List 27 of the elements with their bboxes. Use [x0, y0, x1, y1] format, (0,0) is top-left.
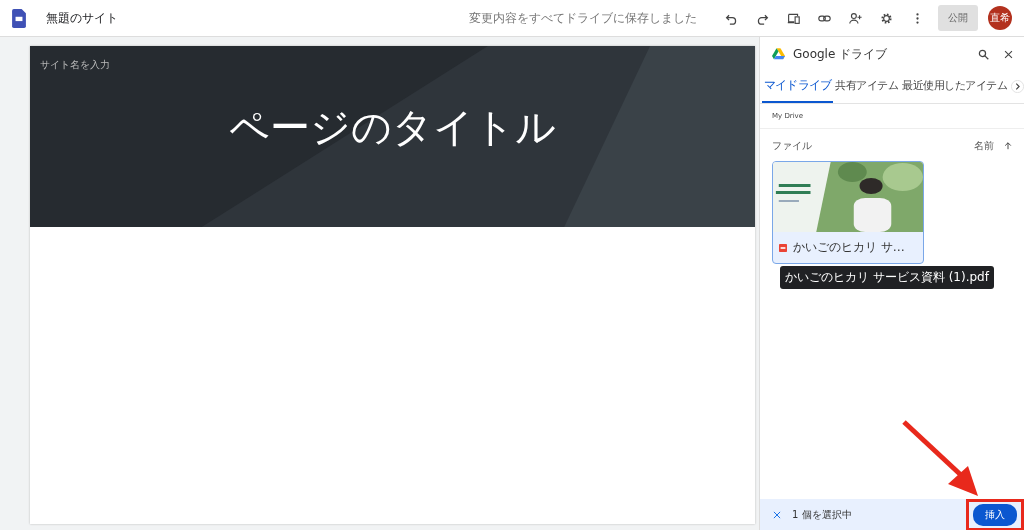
panel-title: Google ドライブ [793, 45, 888, 63]
settings-icon[interactable] [880, 11, 893, 25]
file-name: かいごのヒカリ サ… [793, 239, 905, 256]
search-icon[interactable] [978, 48, 989, 60]
next-tabs-icon[interactable] [1011, 79, 1024, 93]
drive-tab[interactable]: 最近使用したアイテム [900, 70, 1010, 102]
file-card[interactable]: かいごのヒカリ サ… [772, 161, 924, 264]
sort-up-arrow-icon[interactable] [1004, 142, 1012, 150]
save-status: 変更内容をすべてドライブに保存しました [469, 9, 697, 27]
device-preview-icon[interactable] [787, 11, 800, 25]
sites-logo-icon [12, 8, 26, 28]
drive-logo-icon [772, 48, 785, 60]
page-title[interactable]: ページのタイトル [229, 100, 556, 155]
site-name-field[interactable]: サイト名を入力 [40, 58, 110, 72]
site-title[interactable]: 無題のサイト [46, 9, 118, 27]
file-tooltip: かいごのヒカリ サービス資料 (1).pdf [780, 266, 994, 289]
share-person-icon[interactable] [849, 11, 862, 25]
sort-label[interactable]: 名前 [974, 139, 994, 153]
clear-selection-icon[interactable] [772, 509, 782, 520]
close-icon[interactable] [1003, 48, 1014, 60]
drive-tab[interactable]: 共有アイテム [833, 70, 901, 102]
drive-tab[interactable]: マイドライブ [762, 69, 834, 103]
user-avatar[interactable]: 直希 [988, 6, 1012, 30]
insert-button[interactable]: 挿入 [973, 503, 1017, 526]
selection-count: 1 個を選択中 [792, 507, 852, 522]
pdf-file-icon [779, 243, 787, 252]
section-label: ファイル [772, 139, 812, 153]
